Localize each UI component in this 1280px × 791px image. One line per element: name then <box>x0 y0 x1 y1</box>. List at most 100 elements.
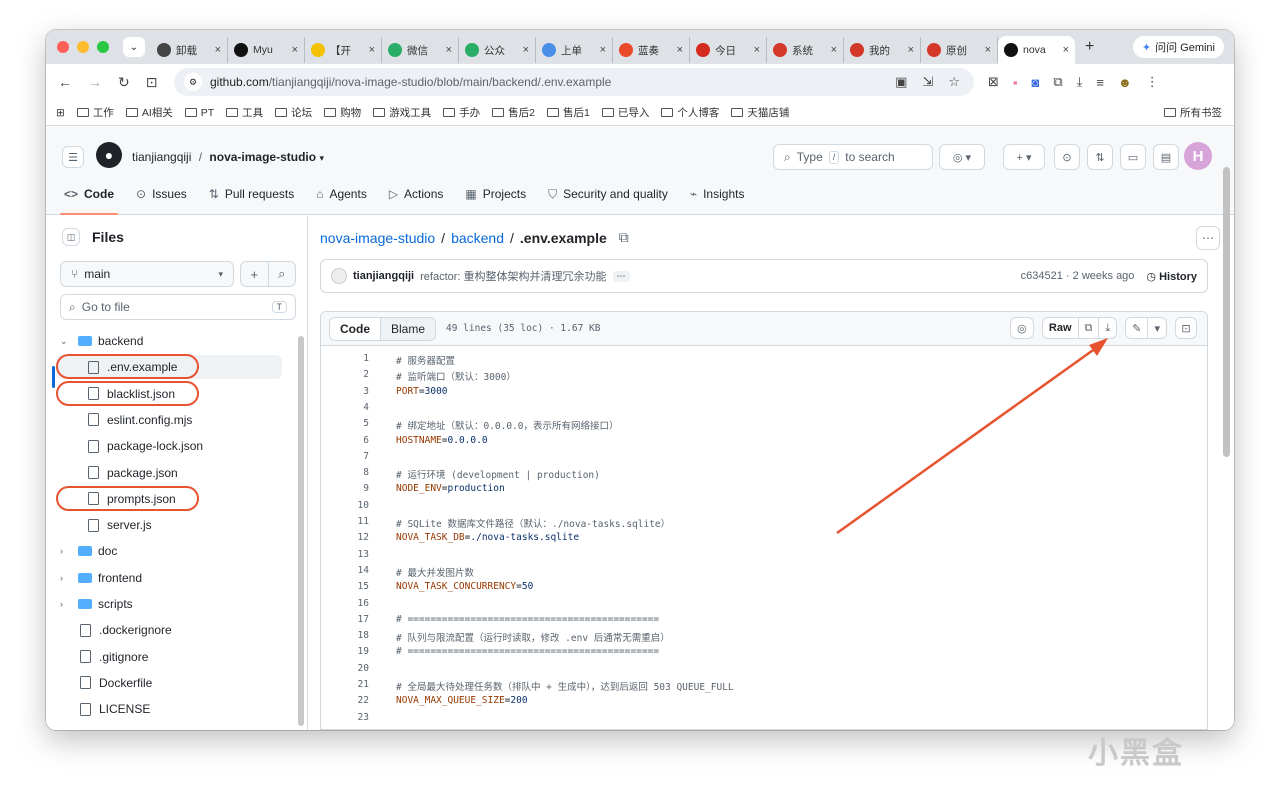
line-number[interactable]: 15 <box>321 581 369 592</box>
repositories-icon[interactable]: ▭ <box>1120 144 1146 170</box>
reload-icon[interactable]: ↻ <box>118 74 130 91</box>
tab-insights[interactable]: ⌁ Insights <box>690 181 755 207</box>
search-input[interactable]: ⌕ Type / to search <box>773 144 933 170</box>
tree-item[interactable]: Dockerfile <box>80 671 152 695</box>
bookmark-item[interactable]: 游戏工具 <box>373 105 431 120</box>
install-app-icon[interactable]: ⇲ <box>922 74 933 90</box>
bookmark-item[interactable]: 购物 <box>324 105 361 120</box>
browser-tab[interactable]: 今日 × <box>690 37 767 63</box>
copy-raw-icon[interactable]: ⧉ <box>1077 318 1099 338</box>
close-tab-icon[interactable]: × <box>831 44 837 56</box>
bookmark-item[interactable]: 个人博客 <box>661 105 719 120</box>
apps-grid-icon[interactable]: ⊞ <box>56 107 65 119</box>
tree-item[interactable]: › scripts <box>60 592 133 616</box>
tab-search-button[interactable]: ⌄ <box>123 37 145 57</box>
tree-item[interactable]: › doc <box>60 539 117 563</box>
bookmark-item[interactable]: PT <box>184 107 214 119</box>
owner-link[interactable]: tianjiangqiji <box>132 150 191 164</box>
line-number[interactable]: 18 <box>321 630 369 641</box>
line-number[interactable]: 13 <box>321 549 369 560</box>
extension-icon-2[interactable]: ▪ <box>1013 75 1018 90</box>
bookmark-item[interactable]: 工作 <box>76 105 114 120</box>
tree-item[interactable]: package.json <box>88 461 178 485</box>
tab-projects[interactable]: ▦ Projects <box>465 181 536 207</box>
extension-icon-1[interactable]: ⊠ <box>988 74 999 90</box>
tab-agents[interactable]: ⌂ Agents <box>316 181 377 207</box>
tab-code[interactable]: <> Code <box>59 181 124 215</box>
browser-tab[interactable]: Myu × <box>228 37 305 63</box>
close-tab-icon[interactable]: × <box>292 44 298 56</box>
line-number[interactable]: 17 <box>321 614 369 625</box>
edit-dropdown-icon[interactable]: ▾ <box>1147 318 1166 338</box>
tab-blame[interactable]: Blame <box>381 317 436 340</box>
expand-commit-icon[interactable]: ⋯ <box>612 270 630 282</box>
copilot-icon[interactable]: ◎ <box>1009 317 1034 339</box>
line-number[interactable]: 16 <box>321 598 369 609</box>
commit-message[interactable]: refactor: 重构整体架构并清理冗余功能 <box>420 268 606 284</box>
close-tab-icon[interactable]: × <box>369 44 375 56</box>
breadcrumb-repo[interactable]: nova-image-studio <box>320 230 435 246</box>
minimize-window-button[interactable] <box>77 41 89 53</box>
line-number[interactable]: 19 <box>321 646 369 657</box>
repo-link[interactable]: nova-image-studio <box>209 150 316 164</box>
hamburger-menu-button[interactable]: ☰ <box>62 146 84 168</box>
close-tab-icon[interactable]: × <box>908 44 914 56</box>
edit-pencil-icon[interactable]: ✎ <box>1126 318 1147 338</box>
gemini-button[interactable]: ✦ 问问 Gemini <box>1132 36 1224 58</box>
line-number[interactable]: 22 <box>321 695 369 706</box>
line-number[interactable]: 10 <box>321 500 369 511</box>
download-icon[interactable]: ⤓ <box>1077 74 1083 90</box>
tab-security-and-quality[interactable]: ⛉ Security and quality <box>548 181 678 207</box>
all-bookmarks[interactable]: 所有书签 <box>1164 105 1222 120</box>
browser-tab[interactable]: 卸载 × <box>151 37 228 63</box>
close-tab-icon[interactable]: × <box>754 44 760 56</box>
add-file-button[interactable]: + <box>241 262 268 286</box>
browser-tab[interactable]: 系统 × <box>767 37 844 63</box>
bookmark-item[interactable]: 手办 <box>443 105 480 120</box>
browser-tab[interactable]: 上单 × <box>536 37 613 63</box>
copilot-button[interactable]: ◎ ▾ <box>939 144 985 170</box>
sidebar-scrollbar[interactable] <box>298 336 304 726</box>
bookmark-item[interactable]: 已导入 <box>601 105 649 120</box>
extensions-puzzle-icon[interactable]: ⧉ <box>1053 74 1062 90</box>
history-button[interactable]: ◷ History <box>1146 270 1197 283</box>
bookmark-item[interactable]: 售后2 <box>492 105 535 120</box>
breadcrumb-dir[interactable]: backend <box>451 230 504 246</box>
close-tab-icon[interactable]: × <box>523 44 529 56</box>
bookmark-item[interactable]: 工具 <box>226 105 263 120</box>
line-number[interactable]: 2 <box>321 369 369 380</box>
close-tab-icon[interactable]: × <box>677 44 683 56</box>
download-raw-icon[interactable]: ⤓ <box>1098 318 1116 338</box>
close-tab-icon[interactable]: × <box>215 44 221 56</box>
zoom-window-button[interactable] <box>97 41 109 53</box>
close-tab-icon[interactable]: × <box>1063 44 1069 56</box>
tree-item[interactable]: LICENSE <box>80 697 150 721</box>
line-number[interactable]: 9 <box>321 483 369 494</box>
line-number[interactable]: 3 <box>321 386 369 397</box>
back-icon[interactable]: ← <box>58 74 72 90</box>
close-tab-icon[interactable]: × <box>985 44 991 56</box>
search-files-icon[interactable]: ⌕ <box>267 262 296 286</box>
line-number[interactable]: 6 <box>321 435 369 446</box>
split-view-icon[interactable]: ⊡ <box>146 74 158 91</box>
line-number[interactable]: 14 <box>321 565 369 576</box>
tree-item[interactable]: .dockerignore <box>80 618 172 642</box>
author-avatar[interactable] <box>331 268 347 284</box>
tree-item[interactable]: eslint.config.mjs <box>88 408 192 432</box>
bookmark-star-icon[interactable]: ☆ <box>948 74 960 90</box>
line-number[interactable]: 11 <box>321 516 369 527</box>
bookmark-item[interactable]: 售后1 <box>547 105 590 120</box>
browser-tab[interactable]: 蓝奏 × <box>613 37 690 63</box>
extension-icon-3[interactable]: ◙ <box>1032 75 1040 90</box>
close-tab-icon[interactable]: × <box>446 44 452 56</box>
site-info-icon[interactable]: ⚙ <box>184 73 202 91</box>
copy-path-icon[interactable]: ⧉ <box>619 229 629 246</box>
browser-tab[interactable]: 公众 × <box>459 37 536 63</box>
line-number[interactable]: 23 <box>321 712 369 723</box>
close-tab-icon[interactable]: × <box>600 44 606 56</box>
symbols-panel-icon[interactable]: ⊡ <box>1175 317 1197 339</box>
translate-icon[interactable]: ▣ <box>895 74 907 90</box>
create-new-button[interactable]: + ▾ <box>1003 144 1045 170</box>
tree-item[interactable]: package-lock.json <box>88 434 203 458</box>
browser-menu-icon[interactable]: ⋮ <box>1146 74 1159 90</box>
